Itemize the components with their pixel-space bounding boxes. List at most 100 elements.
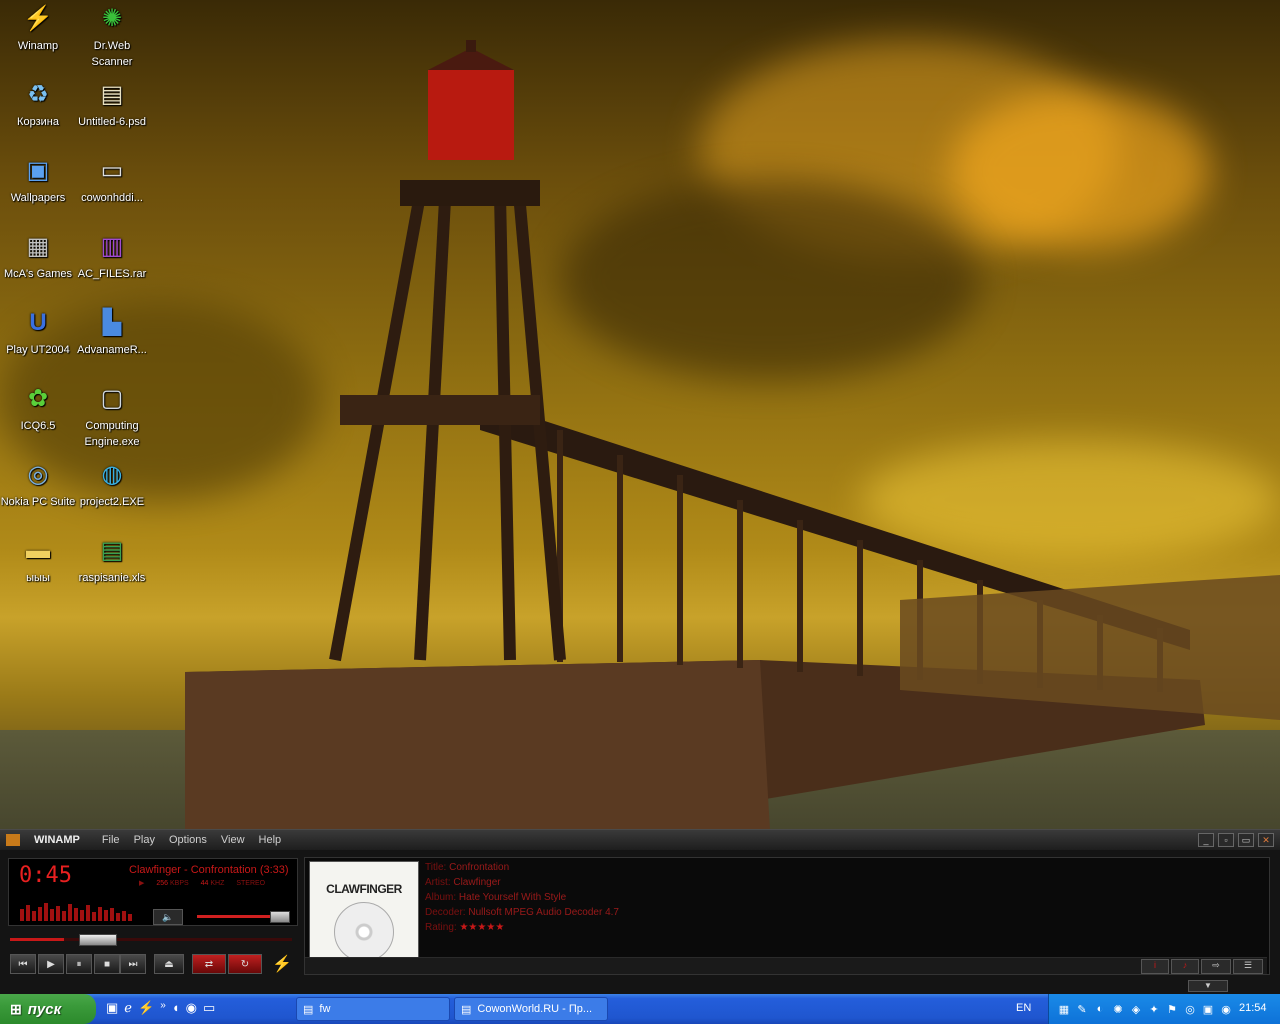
send-to-button[interactable]: ⇨ [1201, 959, 1231, 974]
winamp-logo-icon [6, 834, 20, 846]
tray-icon-6[interactable]: ✦ [1147, 1002, 1161, 1016]
desktop-icon-play-ut2004[interactable]: U Play UT2004 [0, 306, 76, 358]
internet-explorer-icon[interactable]: ℯ [124, 1000, 132, 1018]
menu-play[interactable]: Play [134, 834, 155, 846]
stop-button[interactable]: ■ [94, 954, 120, 974]
seek-bar[interactable] [10, 934, 292, 946]
tray-icon-2[interactable]: ✎ [1075, 1002, 1089, 1016]
lyrics-button[interactable]: ♪ [1171, 959, 1199, 974]
cd-icon [334, 902, 394, 962]
quick-launch: ▣ ℯ ⚡ » ◖ ◉ ▭ [106, 1000, 215, 1018]
khz-unit: KHZ [210, 880, 225, 887]
seek-fill [10, 938, 64, 941]
clock[interactable]: 21:54 [1239, 1002, 1267, 1014]
taskbar: ⊞ пуск ▣ ℯ ⚡ » ◖ ◉ ▭ ▤ fw ▤ CowonWorld.R… [0, 994, 1280, 1024]
seek-thumb[interactable] [78, 934, 117, 946]
icq-icon: ✿ [27, 385, 49, 412]
khz: 44 [200, 880, 209, 887]
previous-button[interactable]: ⏮ [10, 954, 36, 974]
info-rating[interactable]: ★★★★★ [459, 922, 504, 933]
mute-button[interactable]: 🔈 [153, 909, 183, 925]
window-icon[interactable]: ▭ [203, 1000, 215, 1018]
menu-help[interactable]: Help [259, 834, 282, 846]
play-button[interactable]: ▶ [38, 954, 64, 974]
info-button[interactable]: i [1141, 959, 1169, 974]
language-indicator[interactable]: EN [1016, 1002, 1031, 1014]
desktop-icon-mcas-games[interactable]: ▦ McA's Games [0, 230, 76, 282]
task-cowonworld-icon: ▤ [461, 1003, 472, 1016]
rar-file-icon: ▥ [100, 233, 124, 260]
pause-button[interactable]: ⏸ [66, 954, 92, 974]
menu-file[interactable]: File [102, 834, 120, 846]
eject-button[interactable]: ⏏ [154, 954, 184, 974]
desktop-icon-raspisanie-xls[interactable]: ▤ raspisanie.xls [74, 534, 150, 586]
menu-options[interactable]: Options [169, 834, 207, 846]
desktop-icon-recycle-bin[interactable]: ♻ Корзина [0, 78, 76, 130]
tray-icon-3[interactable]: ◐ [1093, 1002, 1107, 1016]
winamp-window: WINAMP File Play Options View Help _ ▫ ▭… [0, 829, 1280, 995]
close-button[interactable]: ✕ [1258, 833, 1274, 847]
monitor-icon: ▭ [100, 157, 124, 184]
tray-icon-9[interactable]: ▣ [1201, 1002, 1215, 1016]
volume-fill [197, 915, 278, 918]
media-icon[interactable]: ◉ [186, 1000, 197, 1018]
info-title: Confrontation [449, 862, 510, 873]
list-view-button[interactable]: ☰ [1233, 959, 1263, 974]
shuffle-button[interactable]: ⇄ [192, 954, 226, 974]
desktop-icon-icq[interactable]: ✿ ICQ6.5 [0, 382, 76, 434]
menu-view[interactable]: View [221, 834, 245, 846]
desktop-icon-project2[interactable]: ◍ project2.EXE [74, 458, 150, 510]
expand-chevron-icon[interactable]: » [160, 1000, 166, 1018]
winamp-bolt-icon[interactable]: ⚡ [272, 954, 292, 974]
artist-key: Artist: [425, 877, 451, 888]
next-button[interactable]: ⏭ [120, 954, 146, 974]
desktop-icon-wallpapers[interactable]: ▣ Wallpapers [0, 154, 76, 206]
maximize-button[interactable]: ▭ [1238, 833, 1254, 847]
desktop-icon-untitled-psd[interactable]: ▤ Untitled-6.psd [74, 78, 150, 130]
desktop-icon-winamp[interactable]: ⚡ Winamp [0, 2, 76, 54]
desktop-icon-computing-engine[interactable]: ▢ Computing Engine.exe [74, 382, 150, 450]
tray-icon-7[interactable]: ⚑ [1165, 1002, 1179, 1016]
windows-logo-icon: ⊞ [10, 1000, 22, 1017]
tray-icon-5[interactable]: ◈ [1129, 1002, 1143, 1016]
system-tray: ▦ ✎ ◐ ✺ ◈ ✦ ⚑ ◎ ▣ ◉ 21:54 [1048, 994, 1280, 1024]
start-label: пуск [27, 1000, 62, 1018]
tray-icon-1[interactable]: ▦ [1057, 1002, 1071, 1016]
info-decoder: Nullsoft MPEG Audio Decoder 4.7 [468, 907, 619, 918]
desktop-icon-drweb-scanner[interactable]: ✺ Dr.Web Scanner [74, 2, 150, 70]
ut2004-icon: U [29, 309, 47, 336]
desktop-icon-advanamer[interactable]: ▙ AdvanameR... [74, 306, 150, 358]
start-button[interactable]: ⊞ пуск [0, 994, 96, 1024]
task-cowonworld[interactable]: ▤ CowonWorld.RU - Пр... [454, 997, 608, 1021]
volume-slider[interactable] [197, 911, 290, 923]
repeat-button[interactable]: ↻ [228, 954, 262, 974]
desktop-icon-nokia-pc-suite[interactable]: ◎ Nokia PC Suite [0, 458, 76, 510]
shade-button[interactable]: ▫ [1218, 833, 1234, 847]
winamp-icon: ⚡ [23, 5, 53, 32]
tray-icon-4[interactable]: ✺ [1111, 1002, 1125, 1016]
time-display[interactable]: 0:45 [19, 863, 72, 888]
psd-file-icon: ▤ [100, 81, 124, 108]
task-fw[interactable]: ▤ fw [296, 997, 450, 1021]
tray-icon-10[interactable]: ◉ [1219, 1002, 1233, 1016]
info-artist: Clawfinger [453, 877, 501, 888]
desktop-icon-folder-yyy[interactable]: ▬ ыыы [0, 534, 76, 586]
tray-icon-8[interactable]: ◎ [1183, 1002, 1197, 1016]
desktop-icon-cowonhddi[interactable]: ▭ cowonhddi... [74, 154, 150, 206]
winamp-title-bar[interactable]: WINAMP File Play Options View Help _ ▫ ▭… [0, 830, 1280, 850]
globe-icon: ◍ [101, 461, 123, 488]
info-album: Hate Yourself With Style [458, 892, 567, 903]
album-art-text: CLAWFINGER [326, 882, 402, 896]
desktop-icon-ac-files-rar[interactable]: ▥ AC_FILES.rar [74, 230, 150, 282]
album-key: Album: [425, 892, 457, 903]
show-desktop-icon[interactable]: ▣ [106, 1000, 118, 1018]
recycle-bin-icon: ♻ [27, 81, 49, 108]
spectrum-visualizer[interactable] [19, 899, 137, 921]
volume-thumb[interactable] [269, 911, 290, 923]
minimize-button[interactable]: _ [1198, 833, 1214, 847]
drweb-icon: ✺ [101, 5, 123, 32]
winamp-quicklaunch-icon[interactable]: ⚡ [138, 1000, 154, 1018]
play-status-icon: ▶ [139, 880, 145, 887]
collapse-arrow-icon[interactable]: ▼ [1188, 980, 1228, 992]
mouse-icon[interactable]: ◖ [172, 1000, 180, 1018]
